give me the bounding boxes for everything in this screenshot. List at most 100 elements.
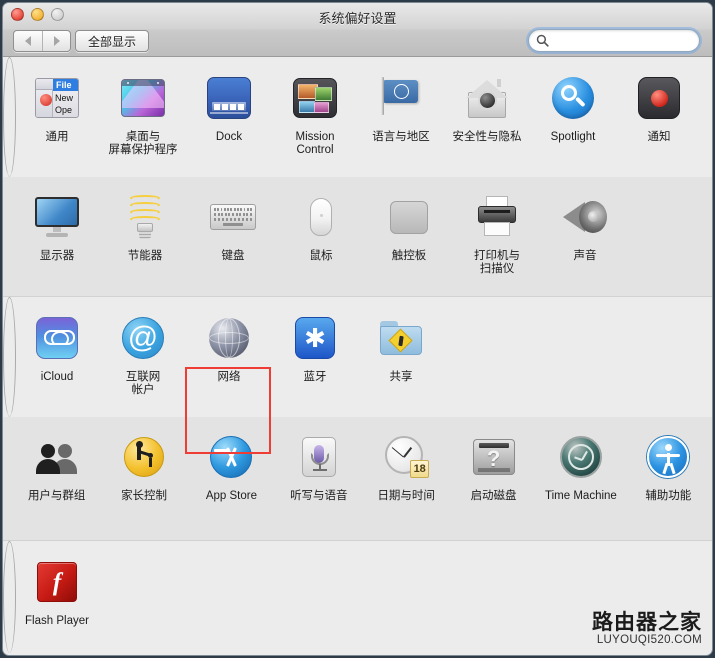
- pane-notifications[interactable]: 通知: [616, 58, 702, 176]
- printers-scanners-icon: [471, 191, 523, 243]
- pane-sound[interactable]: 声音: [541, 177, 629, 296]
- pane-network[interactable]: 网络: [186, 298, 272, 416]
- pane-accessibility[interactable]: 辅助功能: [625, 417, 712, 540]
- forward-button[interactable]: [42, 31, 70, 51]
- pane-mouse[interactable]: 鼠标: [277, 177, 365, 296]
- pane-label: Time Machine: [545, 490, 617, 502]
- network-icon: [203, 312, 255, 364]
- pane-label: 蓝牙: [303, 371, 327, 383]
- app-store-icon: [205, 431, 257, 483]
- pane-label: Spotlight: [550, 131, 596, 143]
- pane-desktop-screensaver[interactable]: 桌面与 屏幕保护程序: [100, 58, 186, 176]
- pane-spotlight[interactable]: Spotlight: [530, 58, 616, 176]
- pane-label: 声音: [573, 250, 597, 262]
- pane-label: 节能器: [127, 250, 163, 262]
- calendar-day-badge: 18: [410, 460, 430, 478]
- pane-general[interactable]: File New Ope 通用: [14, 58, 100, 176]
- pane-label: Mission Control: [295, 131, 335, 156]
- pane-icloud[interactable]: iCloud: [14, 298, 100, 416]
- pane-label: Dock: [215, 131, 243, 143]
- pane-row-other: f Flash Player: [3, 541, 89, 653]
- internet-accounts-icon: @: [117, 312, 169, 364]
- pane-label: 打印机与 扫描仪: [474, 250, 520, 275]
- pane-label: 桌面与 屏幕保护程序: [108, 131, 178, 156]
- pane-language-region[interactable]: 语言与地区: [358, 58, 444, 176]
- pane-internet-accounts[interactable]: @ 互联网 帐户: [100, 298, 186, 416]
- pane-label: 日期与时间: [377, 490, 435, 502]
- pane-row-hardware: 显示器 节能器 键盘 鼠标 触控板 打印机与 扫描仪 声音: [3, 177, 712, 297]
- watermark: 路由器之家 LUYOUQI520.COM: [592, 610, 702, 647]
- pane-label: 用户与群组: [27, 490, 86, 502]
- pane-dock[interactable]: Dock: [186, 58, 272, 176]
- pane-label: App Store: [205, 490, 258, 502]
- pane-flash-player[interactable]: f Flash Player: [14, 542, 100, 653]
- desktop-screensaver-icon: [117, 72, 169, 124]
- pane-label: 辅助功能: [645, 490, 692, 502]
- pane-row-internet: iCloud @ 互联网 帐户 网络 ✱ 蓝牙 共享: [3, 297, 422, 417]
- pane-label: iCloud: [40, 371, 74, 383]
- parental-controls-icon: [118, 431, 170, 483]
- pane-label: 键盘: [221, 250, 245, 262]
- show-all-button[interactable]: 全部显示: [75, 30, 150, 52]
- pane-app-store[interactable]: App Store: [188, 417, 275, 540]
- icloud-icon: [31, 312, 83, 364]
- bluetooth-icon: ✱: [289, 312, 341, 364]
- pane-label: 通用: [45, 131, 69, 143]
- pane-label: 家长控制: [121, 490, 168, 502]
- pane-label: 网络: [217, 371, 241, 383]
- back-button[interactable]: [14, 31, 42, 51]
- pane-bluetooth[interactable]: ✱ 蓝牙: [272, 298, 358, 416]
- window-titlebar: 系统偏好设置 全部显示: [3, 3, 712, 57]
- pane-label: 语言与地区: [372, 131, 430, 143]
- search-icon: [536, 34, 549, 47]
- pane-label: 启动磁盘: [470, 490, 517, 502]
- notifications-icon: [633, 72, 685, 124]
- pane-keyboard[interactable]: 键盘: [189, 177, 277, 296]
- pane-trackpad[interactable]: 触控板: [365, 177, 453, 296]
- pane-time-machine[interactable]: Time Machine: [537, 417, 624, 540]
- users-groups-icon: [31, 431, 83, 483]
- pane-row-system: 用户与群组 家长控制 App Store 听写与语音 18 日期与时间 ? 启动…: [3, 417, 712, 541]
- system-preferences-window: 系统偏好设置 全部显示 File New Ope 通用 桌面与 屏幕保护程序 D…: [3, 3, 712, 655]
- chevron-right-icon: [53, 36, 60, 46]
- pane-sharing[interactable]: 共享: [358, 298, 444, 416]
- search-input[interactable]: [553, 31, 693, 50]
- date-time-icon: 18: [380, 431, 432, 483]
- security-privacy-icon: [461, 72, 513, 124]
- pane-parental-controls[interactable]: 家长控制: [100, 417, 187, 540]
- chevron-left-icon: [25, 36, 31, 46]
- pane-displays[interactable]: 显示器: [13, 177, 101, 296]
- watermark-english: LUYOUQI520.COM: [596, 634, 702, 646]
- pane-label: 互联网 帐户: [125, 371, 161, 396]
- pane-mission-control[interactable]: Mission Control: [272, 58, 358, 176]
- pane-label: 鼠标: [309, 250, 333, 262]
- accessibility-icon: [642, 431, 694, 483]
- preference-panes-grid: File New Ope 通用 桌面与 屏幕保护程序 Dock Mission …: [3, 57, 712, 654]
- sound-icon: [559, 191, 611, 243]
- watermark-chinese: 路由器之家: [592, 610, 702, 634]
- displays-icon: [31, 191, 83, 243]
- pane-date-time[interactable]: 18 日期与时间: [363, 417, 450, 540]
- sharing-icon: [375, 312, 427, 364]
- dictation-speech-icon: [293, 431, 345, 483]
- pane-users-groups[interactable]: 用户与群组: [13, 417, 100, 540]
- flash-player-icon: f: [31, 556, 83, 608]
- pane-security-privacy[interactable]: 安全性与隐私: [444, 58, 530, 176]
- pane-row-personal: File New Ope 通用 桌面与 屏幕保护程序 Dock Mission …: [3, 57, 680, 177]
- pane-label: 显示器: [39, 250, 75, 262]
- pane-label: Flash Player: [25, 615, 89, 627]
- pane-label: 触控板: [391, 250, 427, 262]
- pane-dictation-speech[interactable]: 听写与语音: [275, 417, 362, 540]
- search-field[interactable]: [528, 29, 700, 52]
- general-icon: File New Ope: [31, 72, 83, 124]
- window-title: 系统偏好设置: [318, 11, 397, 26]
- pane-energy-saver[interactable]: 节能器: [101, 177, 189, 296]
- pane-label: 安全性与隐私: [452, 131, 522, 143]
- pane-printers-scanners[interactable]: 打印机与 扫描仪: [453, 177, 541, 296]
- language-region-icon: [375, 72, 427, 124]
- pane-startup-disk[interactable]: ? 启动磁盘: [450, 417, 537, 540]
- navigation-segmented-control[interactable]: [13, 30, 71, 52]
- mission-control-icon: [289, 72, 341, 124]
- show-all-label: 全部显示: [88, 34, 137, 49]
- pane-label: 听写与语音: [290, 490, 348, 502]
